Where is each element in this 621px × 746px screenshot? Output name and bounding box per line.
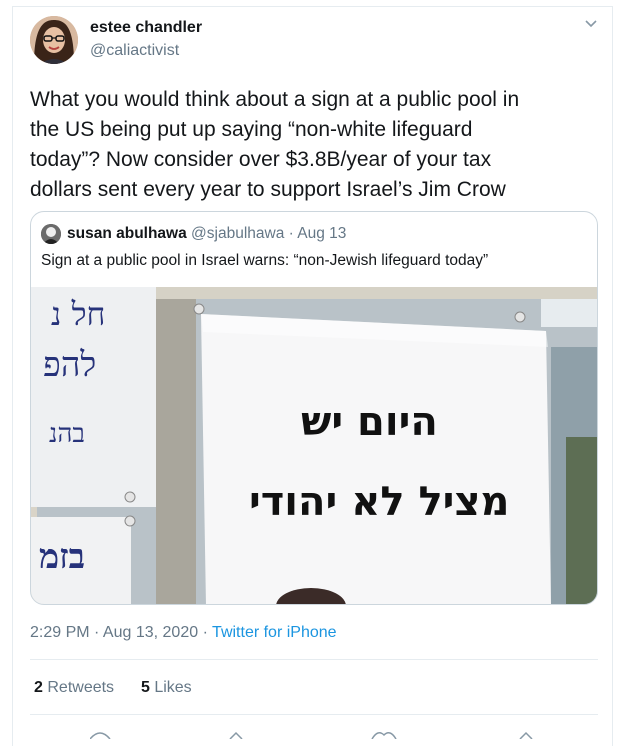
author-name[interactable]: estee chandler: [90, 19, 202, 37]
divider: [30, 659, 598, 660]
quoted-tweet[interactable]: susan abulhawa @sjabulhawa · Aug 13 Sign…: [30, 211, 598, 605]
quoted-text: Sign at a public pool in Israel warns: “…: [41, 252, 489, 269]
tweet-timestamp[interactable]: 2:29 PM · Aug 13, 2020 ·: [30, 624, 208, 641]
likes-count: 5: [140, 679, 150, 696]
author-handle[interactable]: @caliactivist: [90, 42, 179, 60]
left-sign-fragment-2: להפ: [43, 345, 97, 385]
sign-line-2: מציל לא יהודי: [249, 479, 510, 525]
chevron-down-icon[interactable]: [582, 14, 600, 32]
avatar[interactable]: [30, 16, 78, 64]
divider: [30, 714, 598, 715]
quoted-author-handle[interactable]: @sjabulhawa: [191, 225, 284, 242]
retweets-count: 2: [34, 679, 43, 696]
retweets-label: Retweets: [47, 679, 115, 696]
left-sign-fragment-3: בהנ: [49, 419, 85, 449]
tweet-text: What you would think about a sign at a p…: [30, 88, 520, 201]
quoted-author-name[interactable]: susan abulhawa: [67, 225, 187, 242]
quoted-avatar[interactable]: [41, 224, 61, 244]
left-sign-fragment-4: בזמ: [39, 537, 86, 577]
left-sign-fragment-1: חל נ: [51, 295, 106, 333]
retweets-stat[interactable]: 2 Retweets: [34, 679, 114, 696]
sign-line-1: היום יש: [301, 399, 438, 445]
quoted-date[interactable]: · Aug 13: [289, 225, 347, 242]
quoted-header: susan abulhawa @sjabulhawa · Aug 13: [67, 225, 346, 243]
action-bar: [89, 726, 570, 740]
likes-stat[interactable]: 5 Likes: [141, 679, 192, 696]
tweet-stats: 2 Retweets 5 Likes: [34, 679, 192, 697]
tweet-meta: 2:29 PM · Aug 13, 2020 · Twitter for iPh…: [30, 624, 337, 642]
likes-label: Likes: [154, 679, 192, 696]
tweet-source-link[interactable]: Twitter for iPhone: [212, 624, 337, 641]
quoted-photo[interactable]: היום יש מציל לא יהודי חל נ להפ בהנ בזמ: [31, 287, 597, 604]
